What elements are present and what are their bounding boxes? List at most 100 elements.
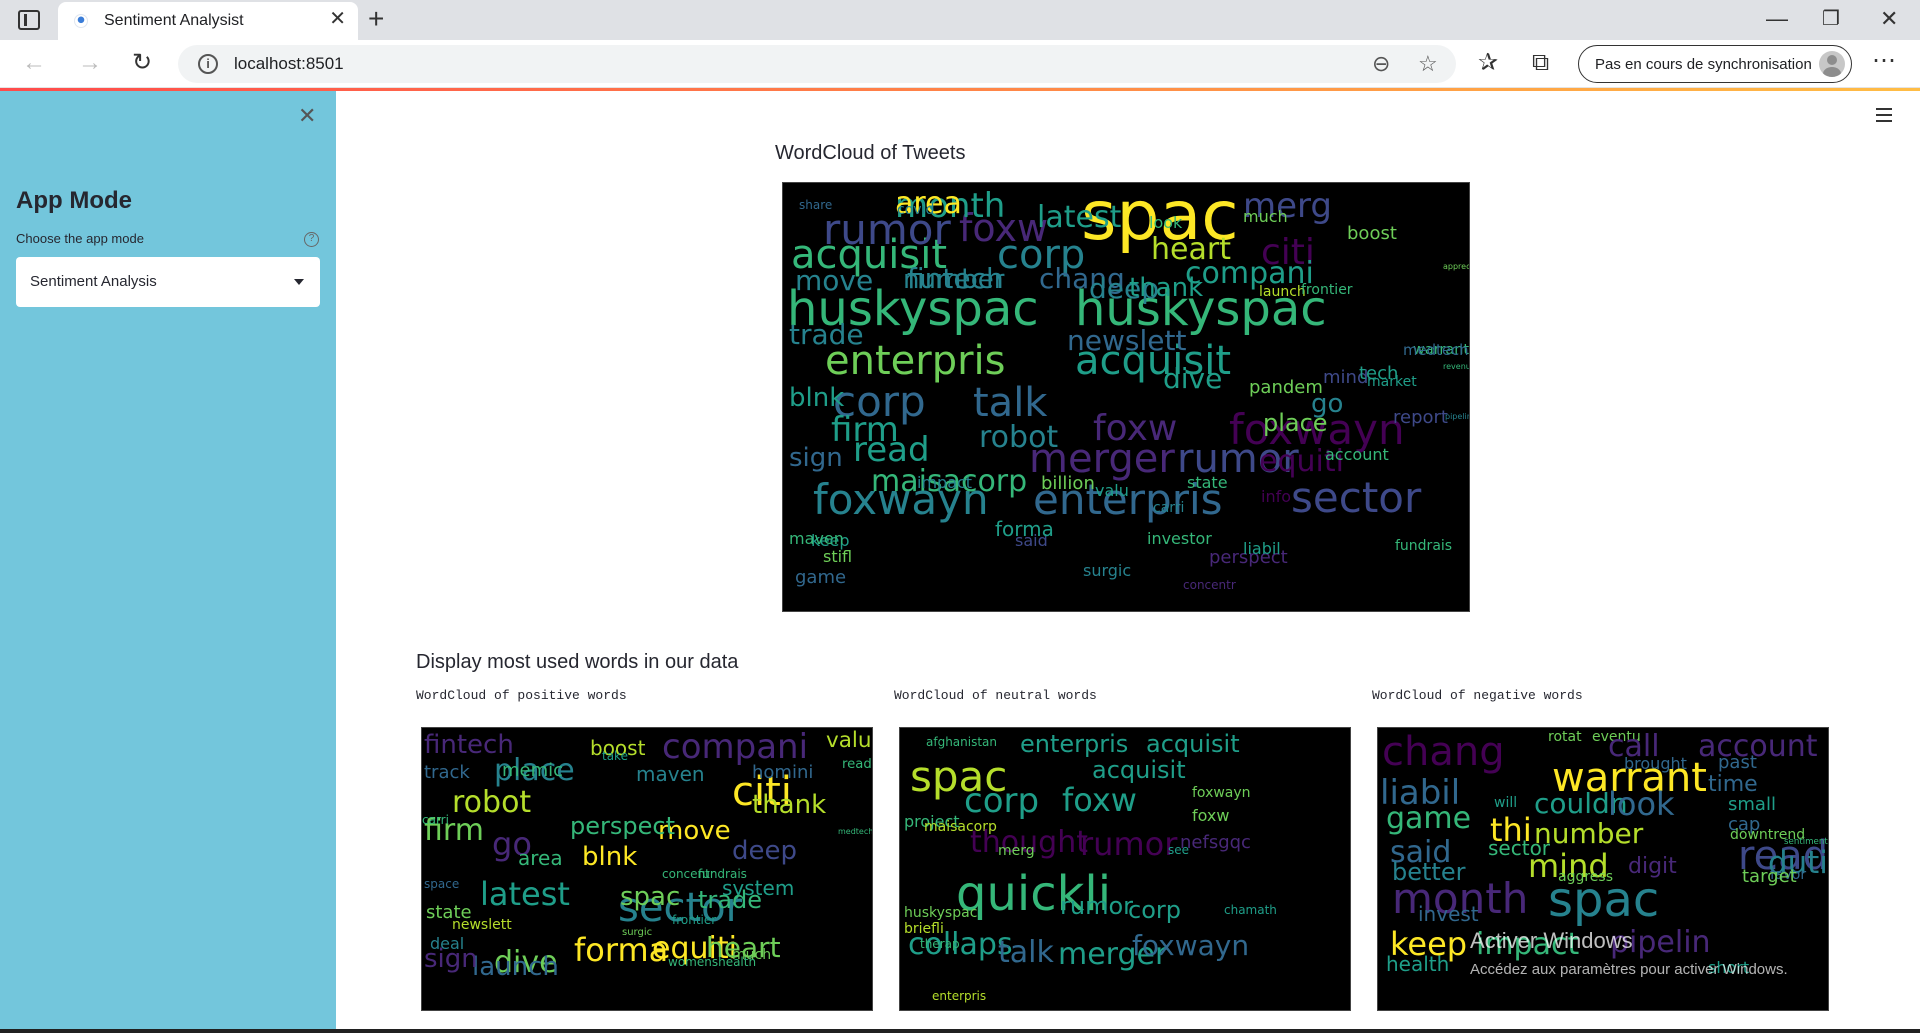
- wordcloud-word: launch: [472, 952, 559, 982]
- sidebar-close-icon[interactable]: ✕: [298, 105, 316, 127]
- wordcloud-word: compani: [662, 727, 809, 767]
- wordcloud-word: area: [518, 846, 563, 870]
- wordcloud-word: impact: [917, 473, 973, 492]
- favorites-icon[interactable]: ✰: [1478, 48, 1498, 78]
- tab-close-icon[interactable]: ✕: [329, 9, 346, 29]
- wordcloud-word: appreci: [1443, 262, 1470, 271]
- wordcloud-word: see: [1168, 843, 1190, 857]
- wordcloud-word: report: [1393, 407, 1448, 428]
- wordcloud-word: perspect: [570, 812, 675, 840]
- wordcloud-word: blnk: [789, 383, 845, 413]
- wordcloud-word: deep: [732, 836, 797, 866]
- wordcloud-word: nefsgqc: [1180, 832, 1251, 853]
- browser-tab[interactable]: Sentiment Analysist ✕: [58, 2, 358, 40]
- wordcloud-word: deal: [430, 934, 465, 953]
- back-icon[interactable]: ←: [22, 48, 46, 78]
- wordcloud-word: liabil: [1243, 539, 1281, 558]
- sidebar: ✕ App Mode Choose the app mode ? Sentime…: [0, 91, 336, 1033]
- zoom-out-icon[interactable]: ⊖: [1372, 51, 1390, 77]
- wordcloud-word: acquisit: [1146, 730, 1240, 758]
- caption-neutral: WordCloud of neutral words: [894, 688, 1097, 703]
- wordcloud-word: memic: [502, 760, 564, 781]
- wordcloud-word: homini: [752, 762, 814, 783]
- wordcloud-word: corp: [964, 781, 1040, 821]
- wordcloud-word: sector: [1291, 473, 1422, 522]
- site-info-icon[interactable]: i: [198, 54, 218, 74]
- tab-actions-icon[interactable]: [18, 10, 40, 30]
- url-field[interactable]: i localhost:8501 ⊖ ☆: [178, 45, 1456, 83]
- help-icon[interactable]: ?: [304, 232, 319, 247]
- wordcloud-word: spac: [1548, 872, 1660, 928]
- wordcloud-word: covid: [897, 202, 935, 218]
- wordcloud-word: boost: [1347, 223, 1397, 244]
- address-bar: ← → ↻ i localhost:8501 ⊖ ☆ ✰ ⧉ Pas en co…: [0, 40, 1920, 88]
- wordcloud-word: spac: [620, 882, 681, 912]
- activation-watermark-title: Activer Windows: [1470, 928, 1633, 953]
- wordcloud-word: game: [1386, 801, 1472, 836]
- app-mode-select[interactable]: Sentiment Analysis: [16, 257, 320, 307]
- wordcloud-word: latest: [1037, 200, 1122, 235]
- caption-positive: WordCloud of positive words: [416, 688, 627, 703]
- app-mode-value: Sentiment Analysis: [30, 273, 157, 290]
- main-menu-icon[interactable]: [1876, 108, 1892, 126]
- wordcloud-word: foxw: [1062, 781, 1137, 819]
- wordcloud-word: carri: [422, 813, 449, 827]
- wordcloud-word: talk: [998, 935, 1054, 970]
- wordcloud-heading: WordCloud of Tweets: [775, 142, 966, 164]
- profile-sync-button[interactable]: Pas en cours de synchronisation: [1578, 45, 1852, 83]
- wordcloud-word: medtech: [838, 827, 873, 836]
- more-options-icon[interactable]: ⋯: [1872, 46, 1896, 76]
- new-tab-icon[interactable]: +: [368, 4, 384, 34]
- chevron-down-icon: [294, 279, 304, 285]
- wordcloud-word: womenshealth: [668, 955, 757, 969]
- wordcloud-word: thank: [1129, 273, 1204, 303]
- add-favorite-icon[interactable]: ☆: [1418, 51, 1438, 77]
- wordcloud-word: afghanistan: [926, 735, 998, 749]
- wordcloud-word: look: [1608, 785, 1675, 823]
- wordcloud-word: corp: [1128, 896, 1181, 924]
- wordcloud-word: merg: [998, 843, 1035, 859]
- wordcloud-word: number: [1534, 817, 1644, 850]
- wordcloud-word: past: [1718, 752, 1757, 773]
- minimize-icon[interactable]: —: [1766, 4, 1788, 34]
- wordcloud-tweets-image: spac huskyspac huskyspac acquisit corp enterp…: [782, 182, 1470, 612]
- window-close-icon[interactable]: ✕: [1880, 4, 1898, 34]
- wordcloud-word: target: [1742, 866, 1797, 887]
- wordcloud-word: maven: [789, 529, 844, 548]
- wordcloud-word: frontier: [672, 913, 717, 927]
- wordcloud-word: acquisit: [1092, 756, 1186, 784]
- wordcloud-word: state: [1187, 473, 1228, 492]
- wordcloud-word: rotat: [1548, 729, 1582, 745]
- wordcloud-word: carri: [1153, 500, 1185, 516]
- wordcloud-word: sign: [789, 443, 843, 473]
- wordcloud-word: enterpris: [932, 989, 987, 1003]
- wordcloud-word: enterpris: [1020, 730, 1129, 758]
- wordcloud-word: thank: [752, 790, 827, 820]
- reload-icon[interactable]: ↻: [132, 48, 152, 78]
- wordcloud-word: space: [424, 877, 460, 891]
- restore-icon[interactable]: ❐: [1822, 4, 1840, 34]
- sidebar-title: App Mode: [16, 187, 132, 214]
- wordcloud-neutral-image: afghanistan enterpris acquisit spac acquisit…: [899, 727, 1351, 1011]
- wordcloud-word: read: [853, 430, 930, 470]
- wordcloud-word: valu: [1095, 481, 1129, 500]
- wordcloud-word: valu: [826, 728, 872, 753]
- wordcloud-word: trade: [698, 886, 762, 914]
- wordcloud-word: pandem: [1249, 377, 1323, 398]
- wordcloud-word: foxwayn: [1192, 785, 1251, 801]
- wordcloud-word: sentiment: [1784, 837, 1828, 847]
- wordcloud-word: maven: [636, 762, 705, 786]
- activation-watermark-subtitle: Accédez aux paramètres pour activer Wind…: [1470, 961, 1788, 978]
- wordcloud-word: foxwayn: [1132, 929, 1250, 962]
- wordcloud-word: much: [1243, 207, 1288, 226]
- collections-icon[interactable]: ⧉: [1532, 48, 1549, 78]
- forward-icon[interactable]: →: [78, 48, 102, 78]
- url-text: localhost:8501: [234, 54, 344, 73]
- wordcloud-word: investor: [1147, 529, 1212, 548]
- wordcloud-word: fundrais: [1395, 538, 1453, 554]
- tab-title: Sentiment Analysist: [104, 12, 244, 29]
- wordcloud-word: small: [1728, 794, 1776, 815]
- wordcloud-word: dive: [1163, 362, 1223, 395]
- sync-label: Pas en cours de synchronisation: [1595, 56, 1812, 73]
- wordcloud-word: pipelin: [1445, 412, 1470, 421]
